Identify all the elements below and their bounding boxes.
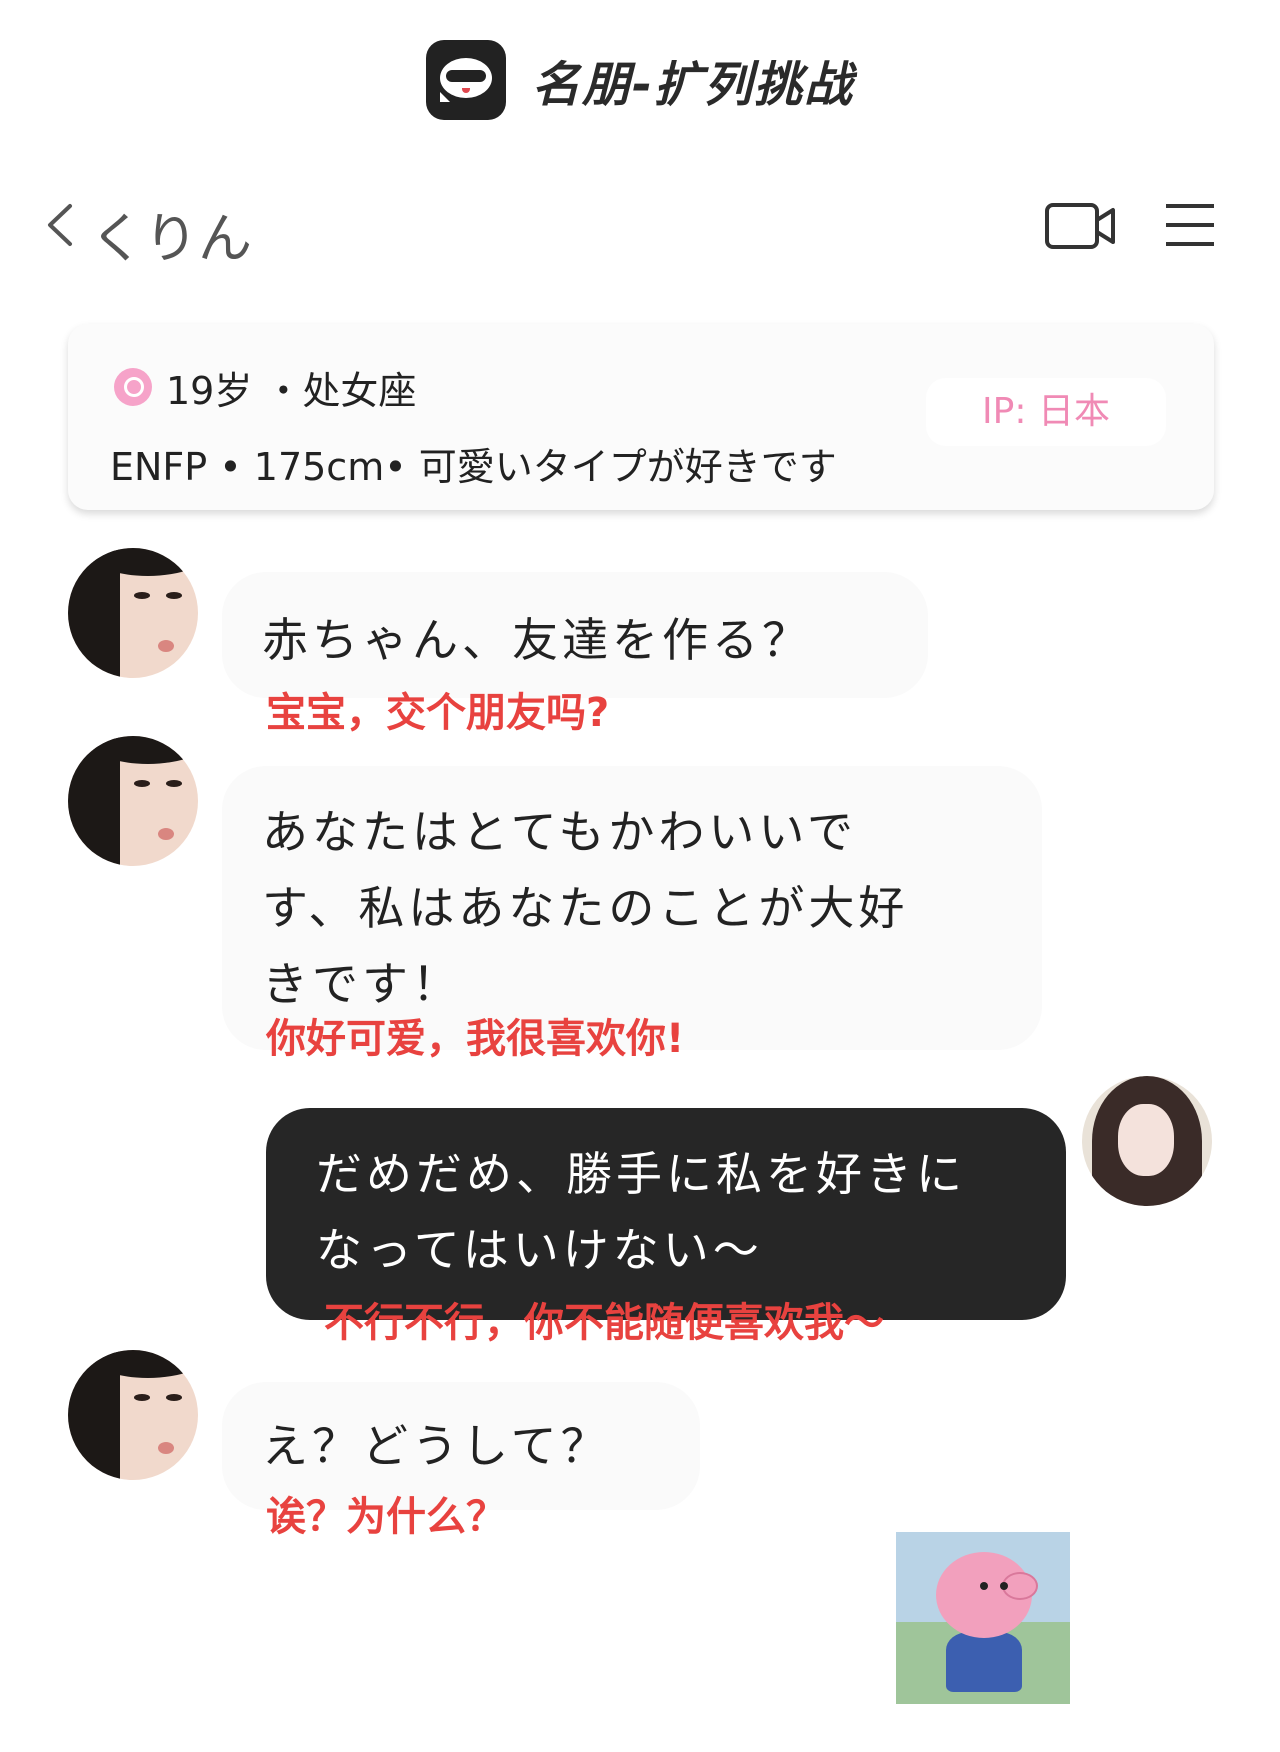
profile-details: ENFP • 175cm• 可愛いタイプが好きです bbox=[110, 445, 837, 489]
message-text-line: あなたはとてもかわいいで bbox=[262, 805, 857, 859]
contact-name: くりん bbox=[90, 207, 252, 270]
contact-avatar[interactable] bbox=[68, 736, 198, 866]
message-translation: 宝宝，交个朋友吗? bbox=[266, 690, 610, 736]
profile-age-zodiac: 19岁 ・处女座 bbox=[166, 369, 417, 413]
ip-location-badge: IP: 日本 bbox=[926, 378, 1166, 446]
app-banner: 名朋-扩列挑战 bbox=[0, 30, 1280, 130]
back-chevron-icon[interactable] bbox=[40, 200, 80, 250]
contact-avatar[interactable] bbox=[68, 1350, 198, 1480]
message-translation: 不行不行，你不能随便喜欢我～ bbox=[324, 1300, 884, 1346]
profile-card: 19岁 ・处女座 ENFP • 175cm• 可愛いタイプが好きです IP: 日… bbox=[68, 324, 1214, 510]
message-text: え？どうして？ bbox=[262, 1419, 611, 1473]
message-translation: 你好可爱，我很喜欢你! bbox=[266, 1016, 685, 1062]
message-translation: 诶？为什么？ bbox=[266, 1494, 506, 1540]
app-logo-icon bbox=[426, 40, 507, 120]
video-call-icon[interactable] bbox=[1044, 200, 1116, 252]
chat-header: くりん bbox=[0, 180, 1280, 270]
menu-icon[interactable] bbox=[1164, 202, 1216, 248]
message-text-line: す、私はあなたのことが大好 bbox=[262, 881, 909, 935]
banner-title: 名朋-扩列挑战 bbox=[532, 57, 854, 113]
message-text: 赤ちゃん、友達を作る？ bbox=[262, 613, 812, 667]
pig-sticker-image[interactable] bbox=[896, 1532, 1070, 1704]
message-text-line: だめだめ、勝手に私を好きに bbox=[316, 1147, 966, 1201]
message-text-line: なってはいけない～ bbox=[316, 1223, 763, 1277]
contact-avatar[interactable] bbox=[68, 548, 198, 678]
female-gender-icon bbox=[114, 368, 152, 406]
user-avatar[interactable] bbox=[1082, 1076, 1212, 1206]
